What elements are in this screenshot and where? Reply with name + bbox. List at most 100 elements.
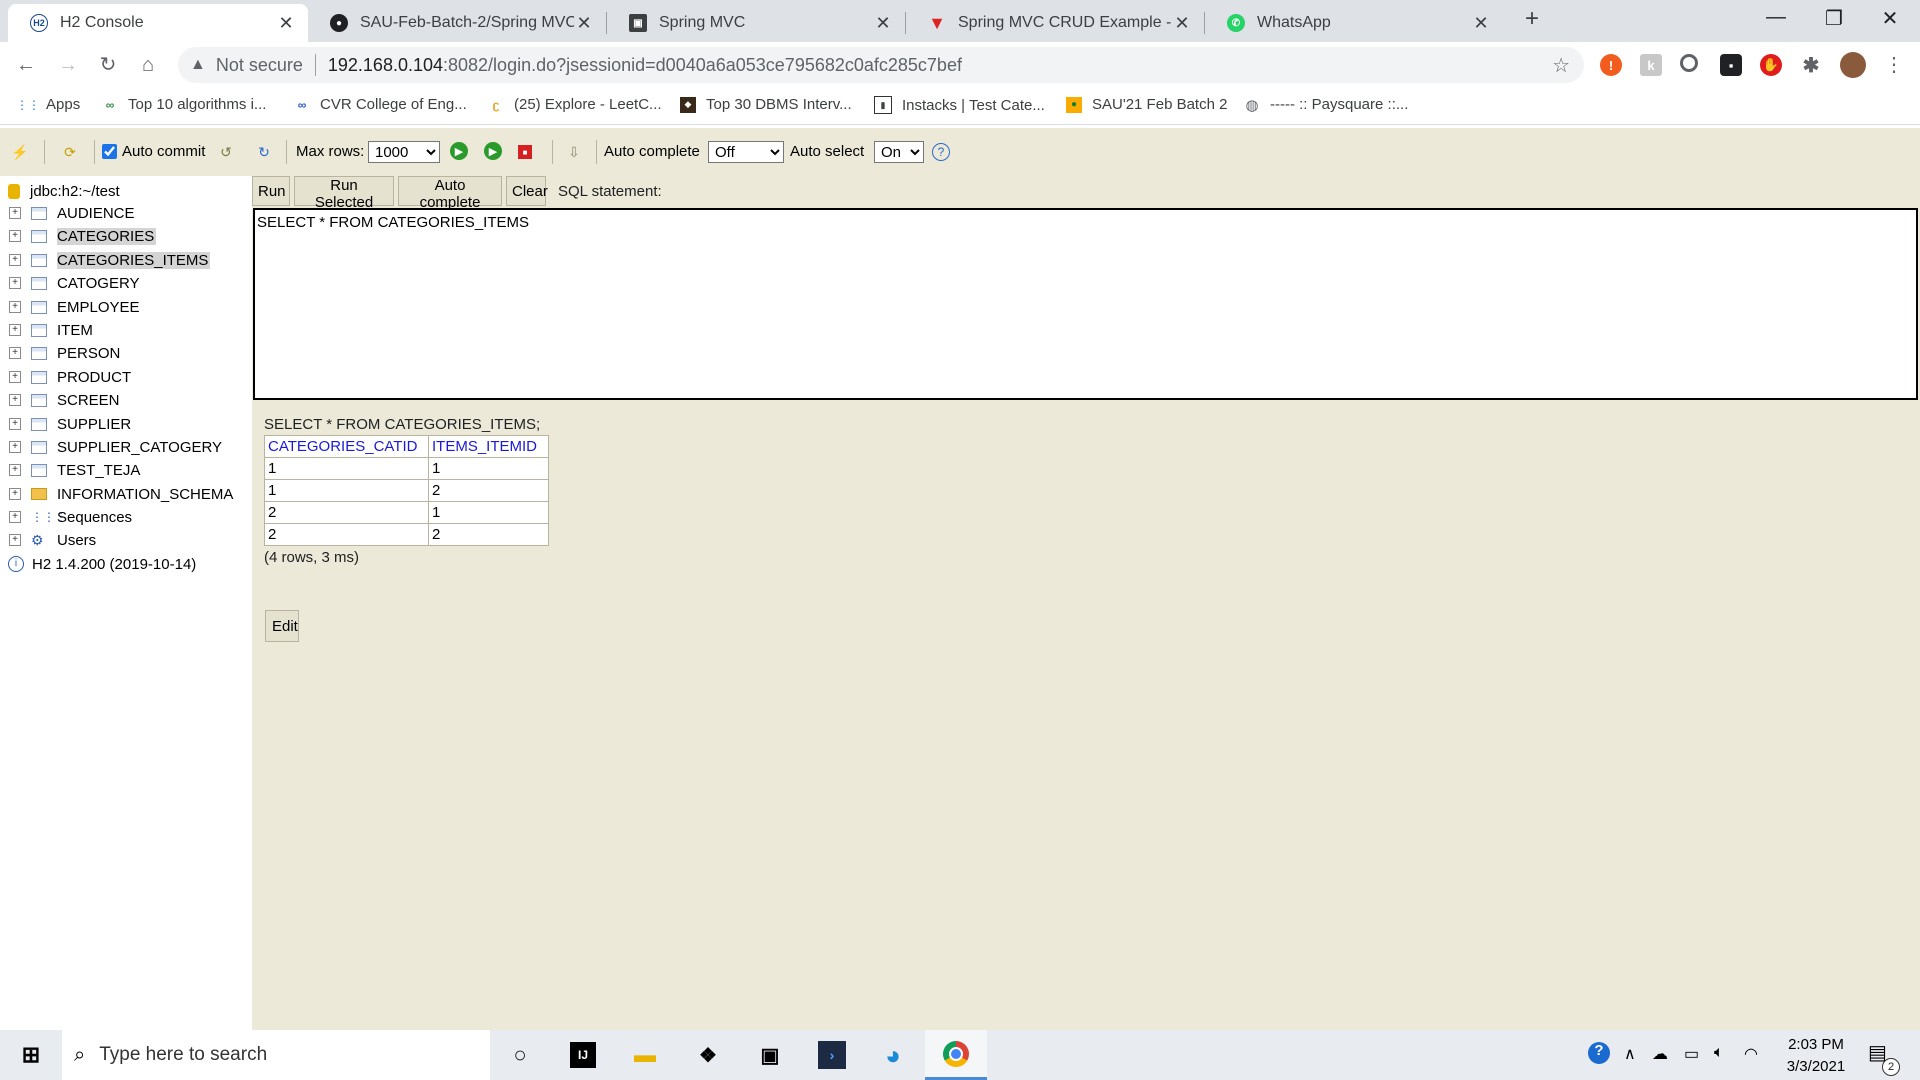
expand-icon[interactable]: +: [9, 230, 21, 242]
system-clock[interactable]: 2:03 PM 3/3/2021: [1776, 1034, 1856, 1078]
bookmark-classroom[interactable]: ● SAU'21 Feb Batch 2: [1066, 96, 1227, 113]
minimize-button[interactable]: —: [1756, 6, 1796, 29]
profile-avatar[interactable]: [1840, 52, 1866, 78]
tree-item-information-schema[interactable]: + INFORMATION_SCHEMA: [0, 483, 233, 505]
tab-spring-mvc[interactable]: ▣ Spring MVC ✕: [607, 4, 905, 42]
extension-gray-icon[interactable]: k: [1640, 54, 1662, 76]
bookmark-geeks[interactable]: ∞ Top 10 algorithms i...: [102, 96, 267, 113]
onedrive-icon[interactable]: ☁: [1652, 1044, 1668, 1064]
expand-icon[interactable]: +: [9, 277, 21, 289]
forward-arrow-icon[interactable]: →: [54, 51, 82, 79]
auto-complete-button[interactable]: Auto complete: [398, 176, 502, 211]
auto-commit-checkbox[interactable]: [102, 144, 117, 159]
tree-connection[interactable]: jdbc:h2:~/test: [8, 180, 120, 202]
restore-button[interactable]: ❐: [1814, 6, 1854, 31]
expand-icon[interactable]: +: [9, 441, 21, 453]
expand-icon[interactable]: +: [9, 254, 21, 266]
close-icon[interactable]: ✕: [1172, 13, 1192, 34]
tree-item-table[interactable]: + SCREEN: [0, 389, 120, 411]
store-icon[interactable]: ▣: [755, 1040, 785, 1070]
tab-whatsapp[interactable]: ✆ WhatsApp ✕: [1205, 4, 1503, 42]
tree-item-table[interactable]: + SUPPLIER: [0, 413, 131, 435]
extension-red-icon[interactable]: ✋: [1760, 54, 1782, 76]
extension-circle-icon[interactable]: [1680, 54, 1698, 72]
security-label[interactable]: Not secure: [216, 55, 303, 76]
bookmark-paysquare[interactable]: ◍ ----- :: Paysquare ::...: [1244, 96, 1408, 114]
chrome-taskbar-button[interactable]: [925, 1030, 987, 1080]
expand-icon[interactable]: +: [9, 464, 21, 476]
run-selected-icon[interactable]: ▶: [484, 142, 502, 160]
disconnect-icon[interactable]: ⚡: [10, 142, 30, 162]
tree-item-table[interactable]: + CATOGERY: [0, 272, 140, 294]
expand-icon[interactable]: +: [9, 207, 21, 219]
refresh-icon[interactable]: ⟳: [60, 142, 80, 162]
bookmark-cvr[interactable]: ∞ CVR College of Eng...: [294, 96, 467, 113]
column-header[interactable]: CATEGORIES_CATID: [264, 435, 429, 458]
tree-item-sequences[interactable]: + ⋮⋮⋮ Sequences: [0, 506, 132, 528]
back-arrow-icon[interactable]: ←: [12, 51, 40, 79]
max-rows-select[interactable]: 1000: [368, 141, 440, 163]
tree-item-table[interactable]: + PRODUCT: [0, 366, 131, 388]
tree-item-table[interactable]: + ITEM: [0, 319, 93, 341]
bookmark-star-icon[interactable]: ☆: [1552, 53, 1570, 78]
run-selected-button[interactable]: Run Selected: [294, 176, 394, 211]
powershell-icon[interactable]: ›: [818, 1041, 846, 1069]
close-icon[interactable]: ✕: [873, 13, 893, 34]
chevron-up-icon[interactable]: ∧: [1624, 1044, 1636, 1064]
extension-dark-icon[interactable]: ▪: [1720, 54, 1742, 76]
close-icon[interactable]: ✕: [1471, 13, 1491, 34]
intellij-icon[interactable]: IJ: [570, 1042, 596, 1068]
expand-icon[interactable]: +: [9, 394, 21, 406]
menu-dots-icon[interactable]: ⋮: [1880, 51, 1908, 79]
tab-javatpoint[interactable]: ▼ Spring MVC CRUD Example - java ✕: [906, 4, 1204, 42]
close-icon[interactable]: ✕: [276, 13, 296, 34]
home-icon[interactable]: ⌂: [134, 51, 162, 79]
auto-complete-select[interactable]: Off: [708, 141, 784, 163]
extensions-puzzle-icon[interactable]: ✱: [1800, 54, 1822, 77]
edit-button[interactable]: Edit: [265, 610, 299, 642]
expand-icon[interactable]: +: [9, 418, 21, 430]
tree-item-table[interactable]: + AUDIENCE: [0, 202, 135, 224]
expand-icon[interactable]: +: [9, 324, 21, 336]
rollback-icon[interactable]: ↺: [216, 142, 236, 162]
expand-icon[interactable]: +: [9, 371, 21, 383]
extension-alert-icon[interactable]: !: [1600, 54, 1622, 76]
bookmark-leetcode[interactable]: ʗ (25) Explore - LeetC...: [488, 96, 662, 113]
address-bar[interactable]: ▲ Not secure 192.168.0.104:8082/login.do…: [178, 47, 1584, 83]
wifi-icon[interactable]: ◠: [1744, 1044, 1758, 1064]
history-icon[interactable]: ⇩: [564, 142, 584, 162]
expand-icon[interactable]: +: [9, 347, 21, 359]
tree-item-users[interactable]: + ⚙ Users: [0, 529, 96, 551]
windows-start-icon[interactable]: ⊞: [16, 1040, 46, 1070]
expand-icon[interactable]: +: [9, 534, 21, 546]
commit-icon[interactable]: ↻: [254, 142, 274, 162]
dropbox-icon[interactable]: ❖: [693, 1040, 723, 1070]
tree-item-table[interactable]: + CATEGORIES_ITEMS: [0, 249, 211, 271]
help-tray-icon[interactable]: ?: [1588, 1042, 1610, 1064]
tree-item-table[interactable]: + CATEGORIES: [0, 225, 157, 247]
sql-editor[interactable]: SELECT * FROM CATEGORIES_ITEMS: [253, 208, 1918, 400]
column-header[interactable]: ITEMS_ITEMID: [428, 435, 549, 458]
tree-item-table[interactable]: + SUPPLIER_CATOGERY: [0, 436, 222, 458]
tree-item-table[interactable]: + EMPLOYEE: [0, 296, 140, 318]
auto-select-select[interactable]: On: [874, 141, 924, 163]
tree-item-table[interactable]: + PERSON: [0, 342, 120, 364]
stop-icon[interactable]: ■: [518, 145, 532, 159]
bookmark-dbms[interactable]: ◆ Top 30 DBMS Interv...: [680, 96, 852, 113]
url-text[interactable]: 192.168.0.104:8082/login.do?jsessionid=d…: [328, 55, 962, 76]
taskbar-search[interactable]: ⌕ Type here to search: [62, 1030, 490, 1080]
help-icon[interactable]: ?: [932, 143, 950, 161]
expand-icon[interactable]: +: [9, 511, 21, 523]
close-icon[interactable]: ✕: [574, 13, 594, 34]
bookmark-apps[interactable]: ⋮⋮ Apps: [16, 96, 80, 113]
expand-icon[interactable]: +: [9, 488, 21, 500]
new-tab-button[interactable]: +: [1512, 5, 1552, 33]
edge-icon[interactable]: ◕: [878, 1040, 908, 1070]
battery-icon[interactable]: ▭: [1684, 1044, 1699, 1064]
cortana-icon[interactable]: ○: [505, 1040, 535, 1070]
clear-button[interactable]: Clear: [506, 176, 548, 206]
tab-h2-console[interactable]: H2 H2 Console ✕: [8, 4, 308, 42]
file-explorer-icon[interactable]: ▬: [630, 1040, 660, 1070]
tab-github[interactable]: ● SAU-Feb-Batch-2/Spring MVC - A ✕: [308, 4, 606, 42]
reload-icon[interactable]: ↻: [94, 51, 122, 79]
